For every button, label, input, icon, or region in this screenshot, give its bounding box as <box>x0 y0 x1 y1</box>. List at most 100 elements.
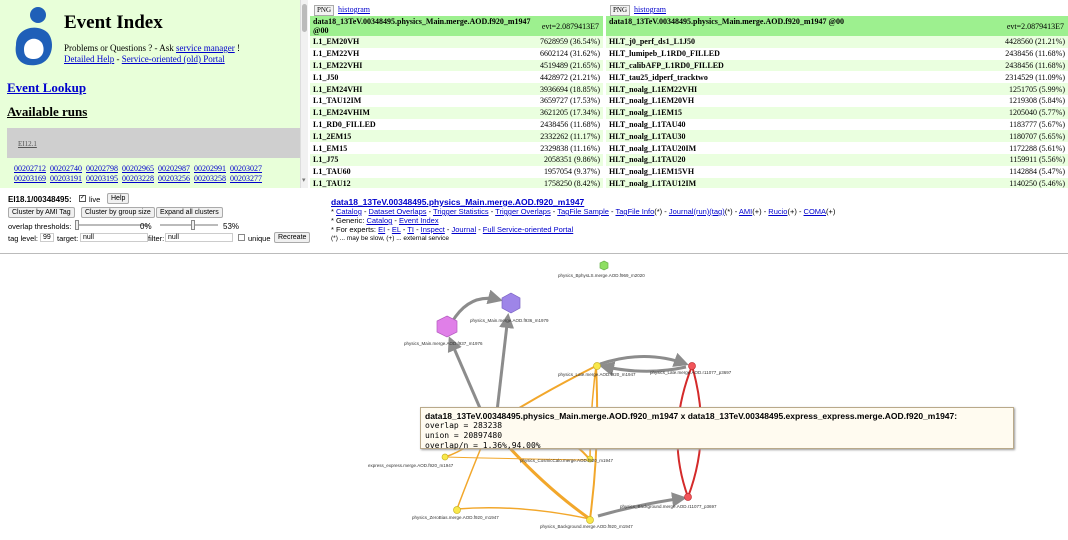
cluster-by-ami-button[interactable]: Cluster by AMI Tag <box>8 207 75 218</box>
scrollbar-thumb[interactable] <box>302 4 307 32</box>
trigger-count: 1172288 (5.61%) <box>1009 143 1065 153</box>
coma-link[interactable]: COMA <box>804 207 827 216</box>
run-link[interactable]: 00203277 <box>230 174 262 183</box>
target-input[interactable]: null <box>80 233 148 242</box>
sep: - <box>796 207 804 216</box>
help-prefix: Problems or Questions ? - Ask <box>64 43 176 53</box>
trigger-name: L1_TAU60 <box>313 167 351 177</box>
run-link[interactable]: 00203169 <box>14 174 46 183</box>
slider-knob[interactable] <box>75 220 79 230</box>
graph-node-zerobias[interactable] <box>453 506 461 514</box>
catalog-link[interactable]: Catalog <box>336 207 362 216</box>
ei-version-link[interactable]: EI12.1 <box>18 140 37 148</box>
dataset-title-link[interactable]: data18_13TeV.00348495.physics_Main.merge… <box>331 197 584 207</box>
node-label: physics_BphysLS.merge.AOD.f969_m2020 <box>558 273 645 278</box>
scroll-down-icon[interactable]: ▾ <box>302 176 306 184</box>
filter-input[interactable]: null <box>165 233 233 242</box>
live-checkbox[interactable]: ✓ <box>79 195 86 202</box>
cluster-by-group-button[interactable]: Cluster by group size <box>81 207 155 218</box>
help-links-sep: - <box>114 54 122 64</box>
overlap-graph[interactable]: physics_BphysLS.merge.AOD.f969_m2020 phy… <box>0 253 1068 540</box>
run-link[interactable]: 00202798 <box>86 164 118 173</box>
trigger-count: 1758250 (8.42%) <box>544 178 600 188</box>
expand-clusters-button[interactable]: Expand all clusters <box>156 207 223 218</box>
trigger-row: HLT_noalg_L1TAU40 1183777 (5.67%) <box>606 119 1068 131</box>
graph-node-lateR[interactable] <box>688 362 696 370</box>
tagfile-info-link[interactable]: TagFile Info <box>615 207 654 216</box>
trigger-name: HLT_lumipeb_L1RD0_FILLED <box>609 49 720 59</box>
overlap-thresholds-label: overlap thresholds: <box>8 222 72 231</box>
trigger-overlaps-link[interactable]: Trigger Overlaps <box>495 207 551 216</box>
trigger-name: HLT_noalg_L1EM15 <box>609 108 683 118</box>
png-button[interactable]: PNG <box>314 5 335 16</box>
trigger-name: L1_EM24VHI <box>313 84 363 94</box>
unique-checkbox[interactable] <box>238 234 245 241</box>
run-link[interactable]: 00202740 <box>50 164 82 173</box>
threshold-high-slider[interactable] <box>160 220 218 230</box>
graph-edge[interactable] <box>494 313 515 421</box>
graph-node-late[interactable] <box>593 362 601 370</box>
available-runs-heading: Available runs <box>7 104 88 119</box>
run-link[interactable]: 00203258 <box>194 174 226 183</box>
run-link[interactable]: 00203027 <box>230 164 262 173</box>
journal-run-tag-link[interactable]: Journal(run)(tag) <box>669 207 725 216</box>
detailed-help-link[interactable]: Detailed Help <box>64 54 114 64</box>
graph-node-bphys[interactable] <box>599 260 609 271</box>
sidebar-scrollbar[interactable]: ▾ <box>300 0 308 188</box>
run-link[interactable]: 00202712 <box>14 164 46 173</box>
graph-node-backgroundR[interactable] <box>684 493 692 501</box>
run-link[interactable]: 00203195 <box>86 174 118 183</box>
run-link[interactable]: 00202987 <box>158 164 190 173</box>
graph-node-background[interactable] <box>586 516 594 524</box>
generic-catalog-link[interactable]: Catalog <box>366 216 392 225</box>
event-index-logo <box>15 7 52 66</box>
png-button[interactable]: PNG <box>610 5 631 16</box>
threshold-low-slider[interactable] <box>75 220 149 230</box>
sep: - <box>392 216 399 225</box>
trigger-name: HLT_noalg_L1TAU40 <box>609 119 686 129</box>
full-portal-link[interactable]: Full Service-oriented Portal <box>483 225 573 234</box>
event-count: evt=2.0879413E7 <box>1006 22 1064 31</box>
run-link[interactable]: 00202991 <box>194 164 226 173</box>
slider-knob[interactable] <box>190 220 195 230</box>
event-index-link[interactable]: Event Index <box>399 216 439 225</box>
run-link[interactable]: 00202965 <box>122 164 154 173</box>
l1-trigger-panel: PNG histogram data18_13TeV.00348495.phys… <box>310 4 603 188</box>
run-link[interactable]: 00203256 <box>158 174 190 183</box>
histogram-link[interactable]: histogram <box>634 5 666 14</box>
run-link[interactable]: 00203228 <box>122 174 154 183</box>
rucio-link[interactable]: Rucio <box>768 207 787 216</box>
run-link[interactable]: 00203191 <box>50 174 82 183</box>
inspect-link[interactable]: Inspect <box>421 225 445 234</box>
trigger-row: L1_TAU60 1957054 (9.37%) <box>310 166 603 178</box>
trigger-count: 2329838 (11.16%) <box>540 143 600 153</box>
ti-link[interactable]: TI <box>407 225 414 234</box>
ami-link[interactable]: AMI <box>739 207 752 216</box>
recreate-button[interactable]: Recreate <box>274 232 311 243</box>
dataset-overlaps-link[interactable]: Dataset Overlaps <box>369 207 427 216</box>
overlap-graph-canvas[interactable]: physics_BphysLS.merge.AOD.f969_m2020 phy… <box>0 254 1068 540</box>
ei-version-band: EI12.1 <box>7 128 300 158</box>
trigger-row: L1_TAU12IM 3659727 (17.53%) <box>310 95 603 107</box>
sep: - <box>361 207 369 216</box>
help-button[interactable]: Help <box>107 193 130 204</box>
graph-node-main1976[interactable] <box>436 315 458 338</box>
app-title: Event Index <box>64 12 163 33</box>
trigger-row: L1_EM22VH 6602124 (31.62%) <box>310 48 603 60</box>
event-lookup-link[interactable]: Event Lookup <box>7 80 86 96</box>
journal-link[interactable]: Journal <box>452 225 477 234</box>
run-title: EI18.1/00348495: <box>8 195 72 204</box>
tag-level-input[interactable]: 99 <box>40 233 54 242</box>
dataset-info: data18_13TeV.00348495.physics_Main.merge… <box>331 198 931 243</box>
service-manager-link[interactable]: service manager <box>176 43 235 53</box>
trigger-count: 2314529 (11.09%) <box>1005 72 1065 82</box>
old-portal-link[interactable]: Service-oriented (old) Portal <box>122 54 225 64</box>
graph-edge[interactable] <box>599 352 689 367</box>
histogram-link[interactable]: histogram <box>338 5 370 14</box>
node-label: physics_Main.merge.AOD.f936_m1979 <box>470 318 549 323</box>
graph-node-express[interactable] <box>441 453 449 461</box>
graph-node-main1979[interactable] <box>501 292 521 314</box>
tagfile-sample-link[interactable]: TagFile Sample <box>557 207 609 216</box>
trigger-statistics-link[interactable]: Trigger Statistics <box>433 207 489 216</box>
el-link[interactable]: EL <box>392 225 401 234</box>
